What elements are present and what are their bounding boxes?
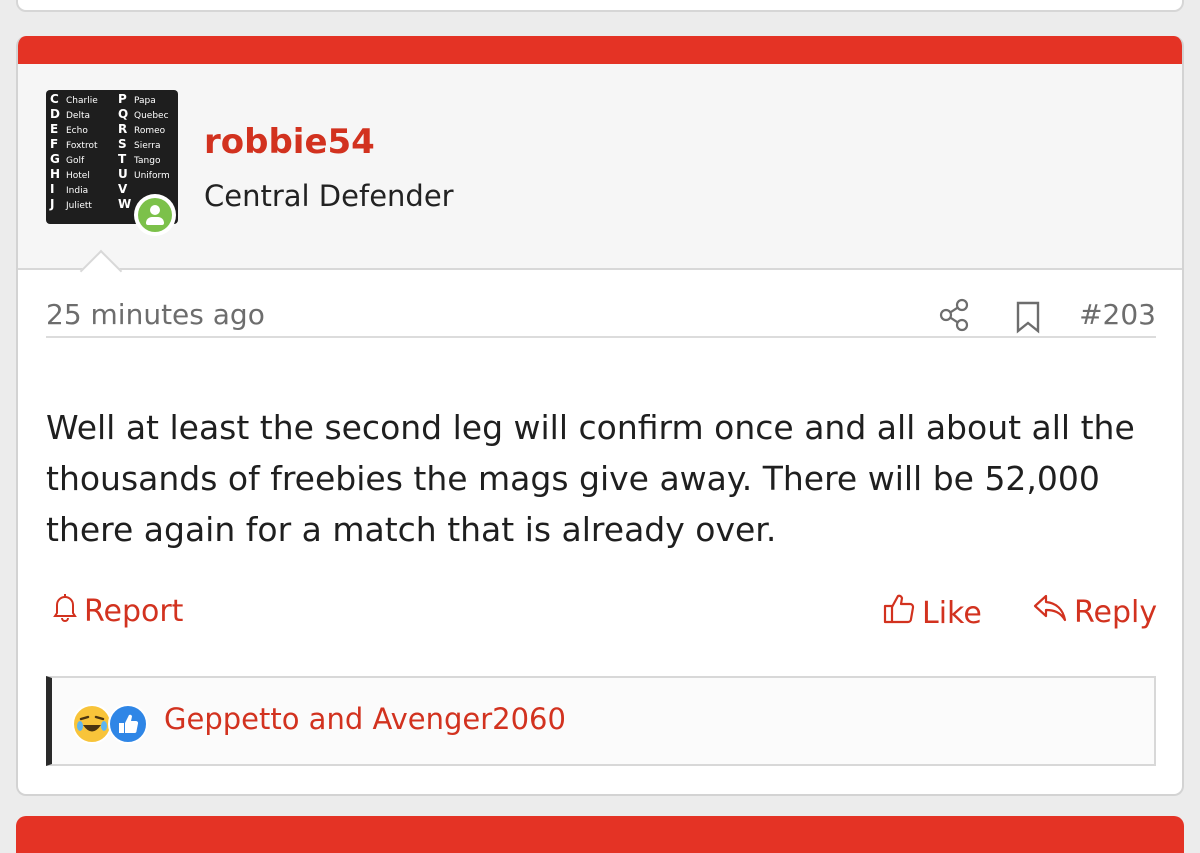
reply-label: Reply — [1074, 594, 1158, 630]
post-number-link[interactable]: #203 — [1079, 298, 1156, 331]
share-icon[interactable] — [938, 298, 970, 336]
online-status-icon — [134, 194, 176, 236]
post-meta-bar: 25 minutes ago #203 — [46, 268, 1156, 338]
reply-arrow-icon — [1032, 592, 1074, 632]
reply-button[interactable]: Reply — [1032, 592, 1157, 632]
laughing-emoji-icon — [72, 704, 112, 744]
report-button[interactable]: Report — [52, 592, 183, 630]
bell-icon — [52, 592, 84, 630]
reactions-bar[interactable]: Geppetto and Avenger2060 — [46, 676, 1156, 766]
bookmark-icon[interactable] — [1014, 300, 1042, 338]
previous-post-card — [16, 0, 1184, 12]
user-title: Central Defender — [204, 179, 454, 213]
like-label: Like — [922, 595, 982, 631]
post-content: Well at least the second leg will confir… — [46, 408, 1135, 549]
post-timestamp[interactable]: 25 minutes ago — [46, 298, 265, 331]
post-accent-bar — [18, 36, 1182, 64]
reaction-icons — [72, 704, 152, 744]
next-post-card — [16, 816, 1184, 853]
reaction-users-link[interactable]: Geppetto and Avenger2060 — [164, 702, 566, 736]
thumbs-up-outline-icon — [882, 592, 922, 634]
report-label: Report — [84, 593, 184, 629]
post-actions: Report Like Reply — [46, 592, 1157, 636]
post-card: C Charlie D Delta E Echo F Foxtrot G Golf H Ho… — [16, 36, 1184, 796]
thumbs-up-icon — [108, 704, 148, 744]
username-link[interactable]: robbie54 — [204, 122, 375, 162]
user-header: C Charlie D Delta E Echo F Foxtrot G Golf H Ho… — [18, 64, 1182, 293]
like-button[interactable]: Like — [882, 592, 982, 634]
